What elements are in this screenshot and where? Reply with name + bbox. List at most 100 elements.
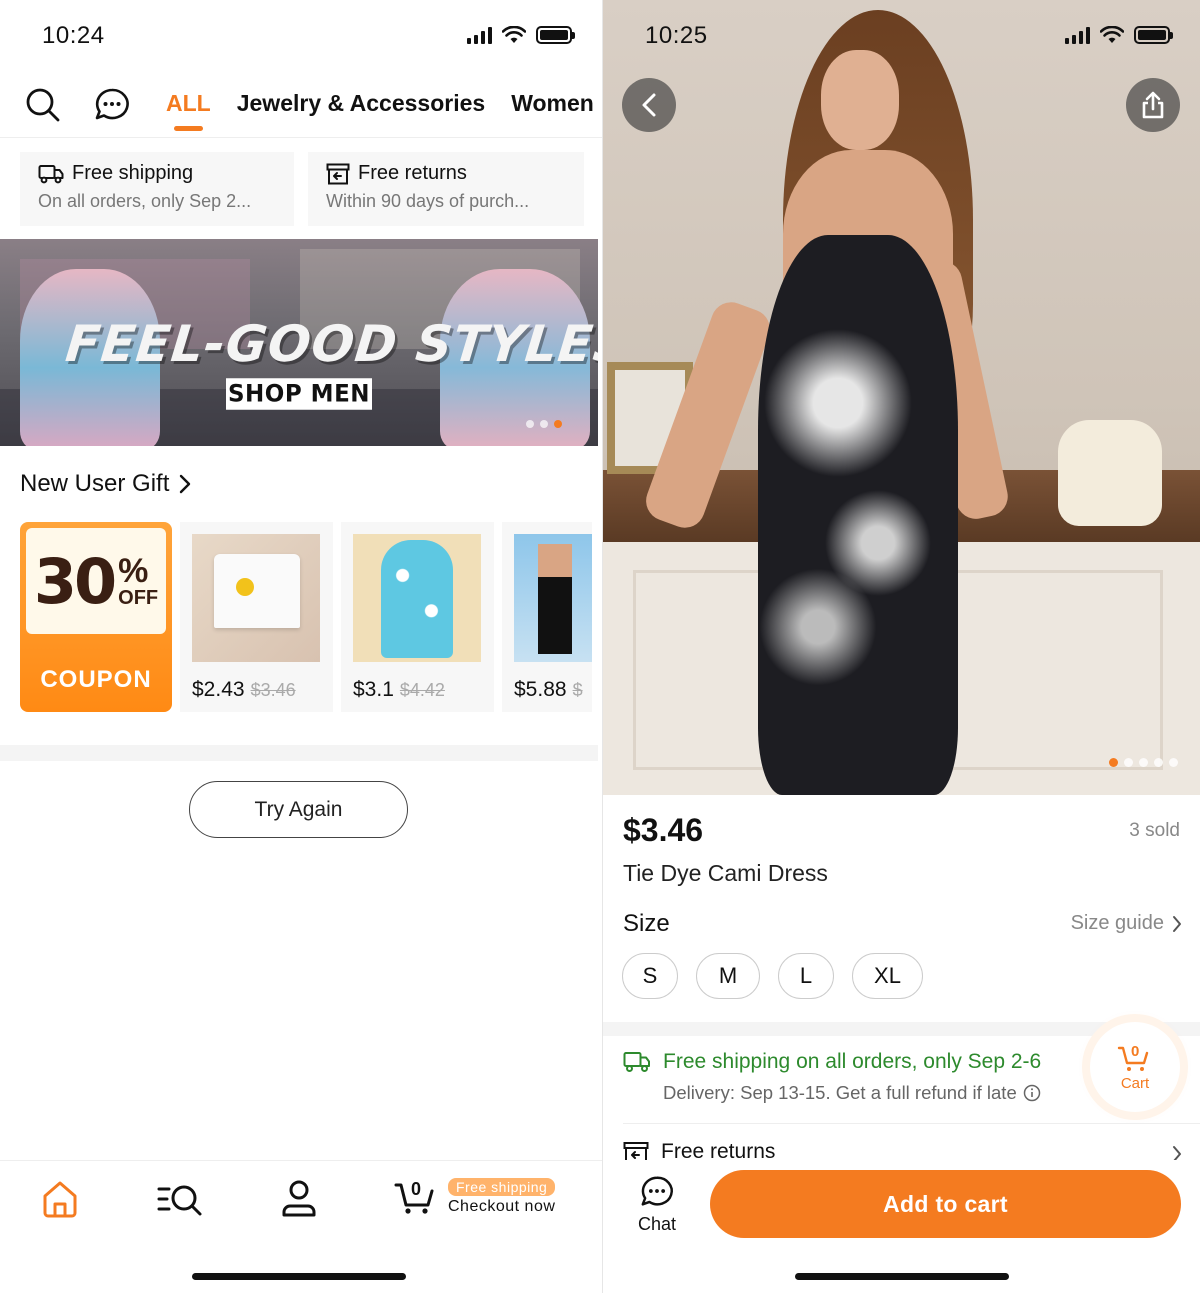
search-icon[interactable] xyxy=(24,86,62,124)
free-shipping-subtitle: On all orders, only Sep 2... xyxy=(38,191,252,211)
category-tabs: ALL Jewelry & Accessories Women xyxy=(166,90,594,131)
tab-women[interactable]: Women xyxy=(511,90,594,117)
chevron-left-icon xyxy=(642,93,656,117)
system-icons xyxy=(1065,26,1173,44)
promo-banner[interactable]: FEEL-GOOD STYLES SHOP MEN xyxy=(0,239,598,446)
returns-box-icon xyxy=(623,1142,649,1162)
top-navigation: ALL Jewelry & Accessories Women xyxy=(0,76,602,138)
free-returns-row[interactable]: Free returns xyxy=(623,1140,1182,1162)
size-option-m[interactable]: M xyxy=(696,953,760,999)
cart-count: 0 xyxy=(411,1179,422,1199)
new-user-gift-header[interactable]: New User Gift xyxy=(20,470,191,498)
free-returns-label: Free returns xyxy=(661,1140,776,1162)
home-indicator xyxy=(795,1273,1009,1280)
divider-line xyxy=(623,1123,1200,1124)
coupon-percent-value: 30 xyxy=(33,544,117,618)
checkout-button[interactable]: 0 Free shipping Checkout now xyxy=(394,1177,556,1217)
free-shipping-card[interactable]: Free shipping On all orders, only Sep 2.… xyxy=(20,152,294,226)
chat-label: Chat xyxy=(637,1214,677,1234)
size-option-xl[interactable]: XL xyxy=(852,953,923,999)
status-time: 10:25 xyxy=(645,22,708,49)
product-image xyxy=(353,534,481,662)
share-icon xyxy=(1142,91,1164,119)
promo-row: Free shipping On all orders, only Sep 2.… xyxy=(20,152,584,226)
shipping-info[interactable]: Free shipping on all orders, only Sep 2-… xyxy=(623,1050,1093,1104)
size-options: S M L XL xyxy=(622,953,923,999)
product-image xyxy=(514,534,592,662)
floating-cart-button[interactable]: 0 Cart xyxy=(1090,1022,1180,1112)
banner-pagination xyxy=(526,420,562,428)
image-pagination xyxy=(1109,758,1178,767)
bottom-tab-bar: 0 Free shipping Checkout now xyxy=(0,1160,602,1240)
free-returns-card[interactable]: Free returns Within 90 days of purch... xyxy=(308,152,584,226)
sold-count: 3 sold xyxy=(1129,820,1180,841)
coupon-card[interactable]: 30 % OFF COUPON xyxy=(20,522,172,712)
delivery-text: Delivery: Sep 13-15. Get a full refund i… xyxy=(663,1082,1017,1103)
shipping-headline: Free shipping on all orders, only Sep 2-… xyxy=(663,1050,1042,1073)
product-original-price: $ xyxy=(572,680,583,700)
tie-dye-dress xyxy=(758,235,958,795)
product-image xyxy=(192,534,320,662)
category-search-icon[interactable] xyxy=(156,1179,204,1219)
product-price: $3.46 xyxy=(623,812,704,848)
tab-jewelry-accessories[interactable]: Jewelry & Accessories xyxy=(237,90,485,117)
cart-label: Cart xyxy=(1120,1074,1150,1092)
chat-button[interactable]: Chat xyxy=(625,1174,689,1235)
banner-title: FEEL-GOOD STYLES xyxy=(62,315,598,373)
free-returns-title: Free returns xyxy=(358,162,467,184)
tab-all[interactable]: ALL xyxy=(166,90,211,131)
coupon-percent-sign: % xyxy=(118,552,149,590)
product-detail-screen: 10:25 $3.46 3 sold Tie Dye Cami Dress Si… xyxy=(603,0,1200,1293)
product-price: $5.88 xyxy=(514,678,567,701)
shop-men-button[interactable]: SHOP MEN xyxy=(226,378,372,410)
battery-icon xyxy=(536,26,575,44)
wifi-icon xyxy=(502,26,526,43)
checkout-now-label: Checkout now xyxy=(448,1198,556,1215)
size-guide-link[interactable]: Size guide xyxy=(1071,912,1182,935)
share-button[interactable] xyxy=(1126,78,1180,132)
try-again-button[interactable]: Try Again xyxy=(189,781,408,838)
size-guide-label: Size guide xyxy=(1070,912,1164,934)
cart-count: 0 xyxy=(1131,1042,1140,1060)
product-image-carousel[interactable] xyxy=(603,0,1200,795)
wifi-icon xyxy=(1100,26,1124,43)
background-handbag xyxy=(1058,420,1162,526)
product-name: Tie Dye Cami Dress xyxy=(623,860,828,886)
back-button[interactable] xyxy=(622,78,676,132)
coupon-off-text: OFF xyxy=(118,587,159,609)
battery-icon xyxy=(1134,26,1173,44)
info-icon[interactable] xyxy=(1023,1084,1041,1102)
chevron-right-icon xyxy=(180,474,191,494)
size-label: Size xyxy=(623,910,670,937)
chat-bubble-icon[interactable] xyxy=(93,86,131,124)
cellular-signal-icon xyxy=(467,26,492,44)
size-option-s[interactable]: S xyxy=(622,953,678,999)
free-shipping-badge: Free shipping xyxy=(448,1178,556,1196)
product-card[interactable]: $3.1 $4.42 xyxy=(341,522,494,712)
status-bar: 10:25 xyxy=(603,22,1200,54)
chevron-right-icon xyxy=(1173,915,1181,932)
free-shipping-title: Free shipping xyxy=(72,162,194,184)
home-icon[interactable] xyxy=(40,1179,80,1219)
free-returns-subtitle: Within 90 days of purch... xyxy=(326,191,530,211)
product-card[interactable]: $5.88 $ xyxy=(502,522,592,712)
product-price: $2.43 xyxy=(192,678,245,701)
product-original-price: $3.46 xyxy=(250,680,296,700)
status-time: 10:24 xyxy=(42,22,105,49)
profile-icon[interactable] xyxy=(280,1179,318,1219)
coupon-label: COUPON xyxy=(40,666,152,693)
new-user-gift-title: New User Gift xyxy=(20,470,170,497)
home-screen: 10:24 ALL Jewelry & Accessories Women Fr… xyxy=(0,0,602,1293)
product-original-price: $4.42 xyxy=(399,680,445,700)
status-bar: 10:24 xyxy=(0,22,602,54)
size-option-l[interactable]: L xyxy=(778,953,834,999)
truck-icon xyxy=(38,164,64,183)
section-separator xyxy=(0,745,598,761)
model-face xyxy=(821,50,899,150)
new-user-gift-list: 30 % OFF COUPON $2.43 $3.46 $3.1 $4.42 $… xyxy=(20,522,592,712)
returns-box-icon xyxy=(326,163,350,184)
add-to-cart-button[interactable]: Add to cart xyxy=(710,1170,1181,1238)
home-indicator xyxy=(192,1273,406,1280)
product-card[interactable]: $2.43 $3.46 xyxy=(180,522,333,712)
product-price: $3.1 xyxy=(353,678,394,701)
